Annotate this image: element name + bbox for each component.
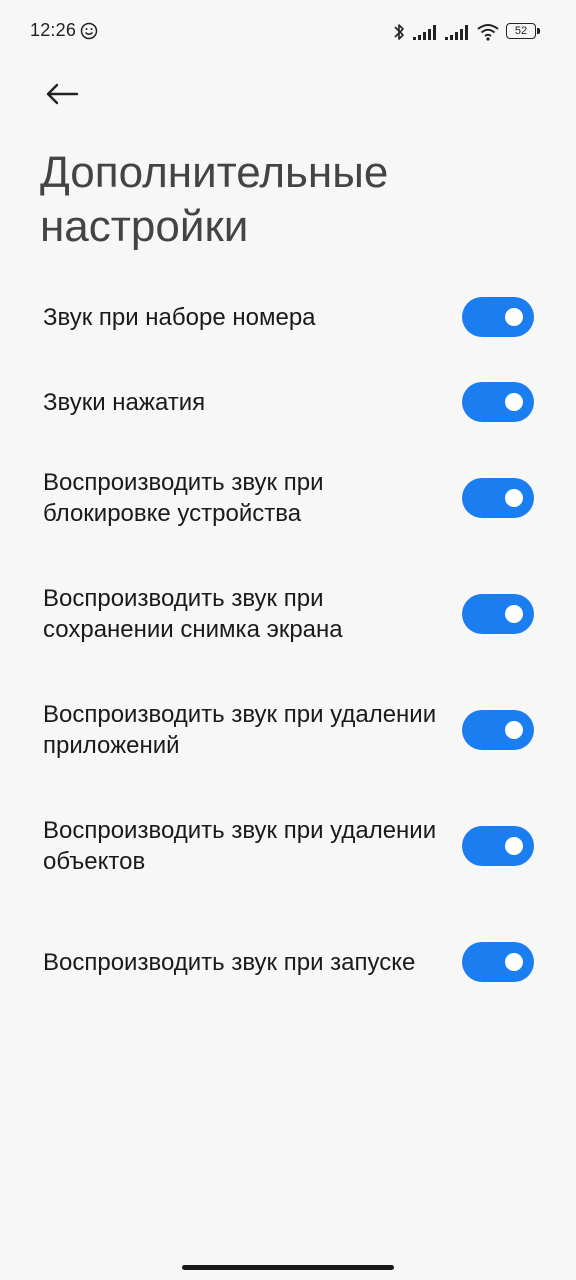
setting-label: Воспроизводить звук при удалении объекто… <box>43 817 437 875</box>
battery-level: 52 <box>506 23 536 39</box>
setting-label: Воспроизводить звук при сохранении снимк… <box>43 585 343 643</box>
startup-sound-toggle[interactable] <box>462 942 534 982</box>
home-indicator[interactable] <box>182 1265 394 1270</box>
arrow-left-icon <box>46 83 79 105</box>
dial-pad-sound-toggle[interactable] <box>462 297 534 337</box>
setting-lock-sound[interactable]: Воспроизводить звук при блокировке устро… <box>0 440 576 556</box>
toggle-knob <box>505 953 523 971</box>
setting-startup-sound[interactable]: Воспроизводить звук при запуске <box>0 904 576 1020</box>
settings-list: Звук при наборе номера Звуки нажатия Вос… <box>0 270 576 1020</box>
battery-icon: 52 <box>506 23 542 41</box>
setting-touch-sounds[interactable]: Звуки нажатия <box>0 364 576 440</box>
setting-label: Звук при наборе номера <box>43 303 316 331</box>
wifi-icon <box>477 24 499 41</box>
setting-delete-items-sound[interactable]: Воспроизводить звук при удалении объекто… <box>0 788 576 904</box>
signal-icon <box>445 25 468 40</box>
delete-items-sound-toggle[interactable] <box>462 826 534 866</box>
toggle-knob <box>505 721 523 739</box>
toggle-knob <box>505 837 523 855</box>
setting-screenshot-sound[interactable]: Воспроизводить звук при сохранении снимк… <box>0 556 576 672</box>
bluetooth-icon <box>394 24 404 40</box>
setting-label: Воспроизводить звук при блокировке устро… <box>43 469 324 527</box>
toggle-knob <box>505 308 523 326</box>
emoji-notification-icon <box>80 22 98 40</box>
touch-sounds-toggle[interactable] <box>462 382 534 422</box>
toggle-knob <box>505 605 523 623</box>
setting-label: Звуки нажатия <box>43 388 206 416</box>
uninstall-app-sound-toggle[interactable] <box>462 710 534 750</box>
back-button[interactable] <box>36 68 88 120</box>
battery-tip <box>537 28 540 34</box>
screenshot-sound-toggle[interactable] <box>462 594 534 634</box>
status-icons: 52 <box>392 20 542 44</box>
page-title: Дополнительные настройки <box>40 148 389 251</box>
toggle-knob <box>505 393 523 411</box>
setting-label: Воспроизводить звук при запуске <box>43 948 416 976</box>
status-bar: 12:26 52 <box>0 0 576 64</box>
setting-label: Воспроизводить звук при удалении приложе… <box>43 701 437 759</box>
setting-uninstall-app-sound[interactable]: Воспроизводить звук при удалении приложе… <box>0 672 576 788</box>
setting-dial-pad-sound[interactable]: Звук при наборе номера <box>0 270 576 364</box>
signal-icon <box>413 25 436 40</box>
status-time: 12:26 <box>30 20 77 40</box>
lock-sound-toggle[interactable] <box>462 478 534 518</box>
toggle-knob <box>505 489 523 507</box>
